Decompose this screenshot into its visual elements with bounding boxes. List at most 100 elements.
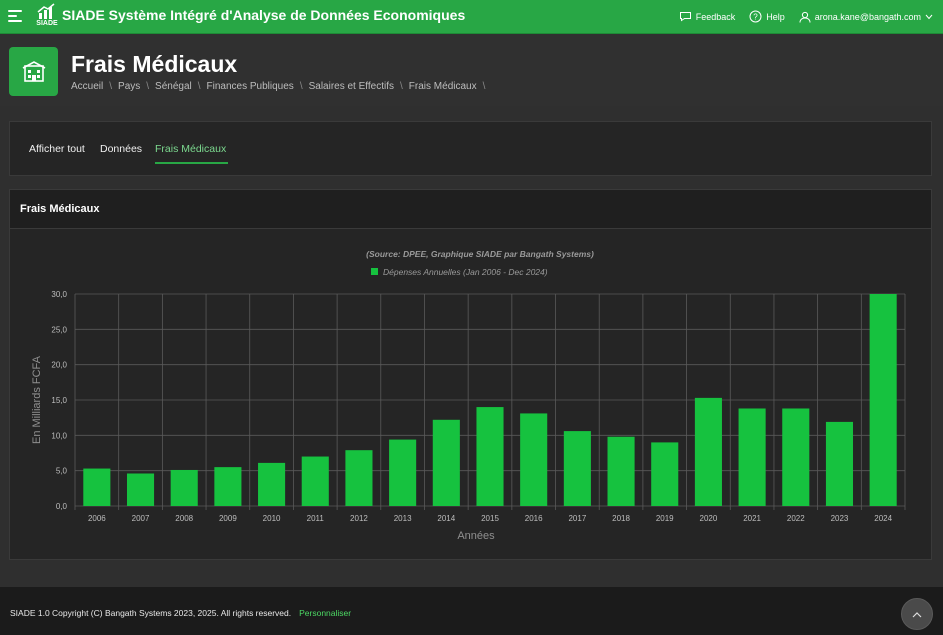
x-tick-label: 2014	[437, 514, 455, 523]
breadcrumb-separator: \	[197, 81, 201, 92]
bar-2014	[432, 419, 460, 506]
x-tick-label: 2011	[307, 514, 325, 523]
user-email: arona.kane@bangath.com	[814, 11, 921, 22]
breadcrumb-accueil[interactable]: Accueil	[71, 81, 103, 92]
breadcrumb-salaires-effectifs[interactable]: Salaires et Effectifs	[309, 81, 394, 92]
active-tab-indicator	[155, 162, 228, 164]
x-tick-label: 2022	[787, 514, 805, 523]
legend-swatch	[371, 268, 378, 275]
x-tick-label: 2006	[88, 514, 106, 523]
tab-afficher-tout[interactable]: Afficher tout	[29, 143, 85, 155]
bar-chart: (Source: DPEE, Graphique SIADE par Banga…	[31, 249, 906, 542]
bar-2012	[345, 450, 373, 506]
x-tick-label: 2021	[743, 514, 761, 523]
x-tick-label: 2018	[612, 514, 630, 523]
bar-2010	[258, 462, 286, 506]
y-tick-label: 15,0	[51, 396, 67, 405]
breadcrumb-finances-publiques[interactable]: Finances Publiques	[207, 81, 294, 92]
x-axis-title: Années	[457, 530, 495, 542]
help-circle-icon: ?	[749, 10, 762, 23]
chart-card-header: Frais Médicaux	[10, 190, 931, 229]
feedback-link[interactable]: Feedback	[679, 11, 736, 22]
bar-2021	[738, 408, 766, 506]
y-tick-label: 25,0	[51, 325, 67, 334]
bar-2023	[825, 421, 854, 506]
x-tick-label: 2012	[350, 514, 368, 523]
bar-2016	[520, 413, 548, 506]
bar-2018	[607, 436, 635, 506]
help-link[interactable]: ? Help	[749, 10, 785, 23]
tabs-card: Afficher tout Données Frais Médicaux	[9, 121, 932, 176]
page-icon-tile	[9, 47, 58, 96]
x-tick-label: 2015	[481, 514, 499, 523]
breadcrumb-pays[interactable]: Pays	[118, 81, 140, 92]
scroll-to-top-button[interactable]	[901, 598, 933, 630]
chat-bubble-icon	[679, 12, 691, 22]
y-tick-label: 0,0	[56, 502, 68, 511]
breadcrumb-separator: \	[400, 81, 403, 92]
x-tick-label: 2009	[219, 514, 237, 523]
x-tick-label: 2020	[700, 514, 718, 523]
breadcrumb-frais-medicaux[interactable]: Frais Médicaux	[409, 81, 477, 92]
app-title: SIADE Système Intégré d'Analyse de Donné…	[62, 7, 466, 23]
x-tick-label: 2010	[263, 514, 281, 523]
x-tick-label: 2024	[874, 514, 892, 523]
bar-2011	[301, 456, 329, 506]
x-tick-label: 2007	[132, 514, 150, 523]
x-tick-label: 2016	[525, 514, 543, 523]
y-tick-label: 20,0	[51, 361, 67, 370]
bar-2008	[170, 469, 198, 506]
x-tick-label: 2017	[568, 514, 586, 523]
user-menu[interactable]: arona.kane@bangath.com	[799, 11, 933, 23]
x-tick-label: 2019	[656, 514, 674, 523]
y-tick-label: 30,0	[51, 290, 67, 299]
footer-text: SIADE 1.0 Copyright (C) Bangath Systems …	[10, 608, 351, 618]
bar-2007	[126, 473, 155, 506]
customize-link[interactable]: Personnaliser	[299, 608, 351, 618]
chevron-down-icon	[925, 14, 933, 19]
bar-2024	[869, 294, 897, 506]
legend-label: Dépenses Annuelles (Jan 2006 - Dec 2024)	[383, 267, 548, 277]
footer: SIADE 1.0 Copyright (C) Bangath Systems …	[0, 587, 943, 635]
y-tick-label: 5,0	[56, 467, 68, 476]
y-tick-label: 10,0	[51, 431, 67, 440]
bar-2006	[83, 468, 111, 506]
tab-donnees[interactable]: Données	[100, 143, 142, 155]
page-title: Frais Médicaux	[71, 51, 238, 77]
footer-copyright: SIADE 1.0 Copyright (C) Bangath Systems …	[10, 608, 292, 618]
chevron-up-icon	[912, 611, 922, 617]
x-tick-label: 2023	[831, 514, 849, 523]
bar-2009	[214, 467, 242, 506]
chart-subtitle: (Source: DPEE, Graphique SIADE par Banga…	[366, 249, 594, 259]
logo-text: SIADE	[36, 20, 58, 27]
hamburger-menu-icon[interactable]	[8, 10, 22, 22]
bar-2019	[651, 442, 679, 506]
chart-card-title: Frais Médicaux	[20, 203, 100, 215]
user-icon	[799, 11, 811, 23]
help-label: Help	[766, 11, 785, 22]
bar-2022	[782, 408, 810, 506]
y-axis-title: En Milliards FCFA	[31, 355, 43, 444]
breadcrumb-separator: \	[109, 81, 113, 92]
breadcrumb-senegal[interactable]: Sénégal	[155, 81, 192, 92]
tab-frais-medicaux[interactable]: Frais Médicaux	[155, 143, 226, 155]
bar-2013	[389, 439, 417, 506]
top-navbar: SIADE SIADE Système Intégré d'Analyse de…	[0, 0, 943, 34]
svg-text:?: ?	[754, 12, 759, 21]
bar-2020	[694, 397, 722, 506]
bar-2017	[563, 431, 591, 506]
hospital-icon	[22, 60, 45, 82]
page-header: Frais Médicaux Accueil \ Pays \ Sénégal \ F…	[0, 34, 943, 106]
breadcrumb-separator: \	[299, 81, 303, 92]
chart-card: Frais Médicaux (Source: DPEE, Graphique …	[9, 189, 932, 560]
x-tick-label: 2013	[394, 514, 412, 523]
breadcrumb-separator: \	[146, 81, 150, 92]
bar-2015	[476, 407, 504, 506]
siade-logo[interactable]: SIADE	[34, 3, 60, 30]
x-tick-label: 2008	[175, 514, 193, 523]
feedback-label: Feedback	[695, 11, 736, 22]
breadcrumb-separator: \	[482, 81, 486, 92]
breadcrumb: Accueil \ Pays \ Sénégal \ Finances Publiqu…	[71, 81, 491, 92]
top-right-nav: Feedback ? Help arona.kane@bangath.com	[679, 0, 933, 33]
bar-chart-growth-icon	[37, 3, 55, 19]
